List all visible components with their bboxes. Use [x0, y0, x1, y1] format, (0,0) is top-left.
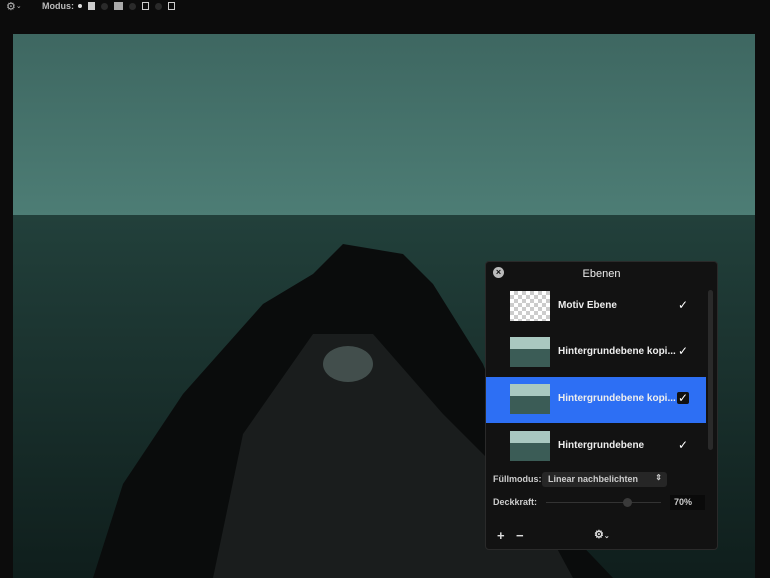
- opacity-slider-track[interactable]: [546, 502, 661, 503]
- mode-radio-add[interactable]: [101, 2, 108, 10]
- layer-thumbnail: [510, 291, 550, 321]
- settings-menu-button[interactable]: ⚙ ⌄: [6, 0, 22, 13]
- mode-add-icon: [114, 2, 123, 10]
- layers-scrollbar[interactable]: [708, 290, 713, 450]
- mode-intersect-icon: [168, 2, 175, 10]
- opacity-slider-knob[interactable]: [623, 498, 632, 507]
- layer-name: Motiv Ebene: [558, 300, 617, 311]
- panel-title: Ebenen: [582, 268, 621, 280]
- layer-name: Hintergrundebene kopi...: [558, 346, 676, 357]
- mode-subtract-icon: [142, 2, 149, 10]
- layer-thumbnail: [510, 431, 550, 461]
- layers-panel: × Ebenen Motiv Ebene ✓ Hintergrundebene …: [485, 261, 718, 550]
- layer-thumbnail: [510, 384, 550, 414]
- layer-options-button[interactable]: ⚙⌄: [594, 528, 610, 541]
- layer-row[interactable]: Hintergrundebene ✓: [486, 424, 706, 462]
- layer-row[interactable]: Hintergrundebene kopi... ✓: [486, 330, 706, 376]
- layer-visibility-checkbox[interactable]: ✓: [677, 439, 689, 451]
- layer-row-selected[interactable]: Hintergrundebene kopi... ✓: [486, 377, 706, 423]
- mode-radio-intersect[interactable]: [155, 2, 162, 10]
- layer-visibility-checkbox[interactable]: ✓: [677, 299, 689, 311]
- mode-radio-new[interactable]: [78, 4, 82, 8]
- updown-chevron-icon: ⇕: [655, 473, 662, 482]
- mode-label: Modus:: [42, 1, 74, 11]
- blend-mode-select[interactable]: Linear nachbelichten ⇕: [542, 472, 667, 487]
- gear-icon: ⚙: [6, 0, 16, 13]
- layer-row[interactable]: Motiv Ebene ✓: [486, 284, 706, 330]
- blend-mode-value: Linear nachbelichten: [548, 474, 639, 484]
- opacity-label: Deckkraft:: [493, 497, 538, 507]
- gear-icon: ⚙: [594, 529, 604, 541]
- mode-new-icon: [88, 2, 95, 10]
- layer-name: Hintergrundebene kopi...: [558, 393, 676, 404]
- add-layer-button[interactable]: +: [497, 528, 505, 543]
- layer-visibility-checkbox[interactable]: ✓: [677, 392, 689, 404]
- opacity-value-field[interactable]: 70%: [670, 495, 705, 510]
- chevron-down-icon: ⌄: [15, 3, 22, 10]
- layer-thumbnail: [510, 337, 550, 367]
- chevron-down-icon: ⌄: [603, 533, 610, 540]
- remove-layer-button[interactable]: −: [516, 528, 524, 543]
- toolbar: ⚙ ⌄ Modus:: [0, 0, 770, 16]
- layer-name: Hintergrundebene: [558, 440, 645, 451]
- mode-radio-subtract[interactable]: [129, 2, 136, 10]
- blend-mode-label: Füllmodus:: [493, 474, 542, 484]
- layer-visibility-checkbox[interactable]: ✓: [677, 345, 689, 357]
